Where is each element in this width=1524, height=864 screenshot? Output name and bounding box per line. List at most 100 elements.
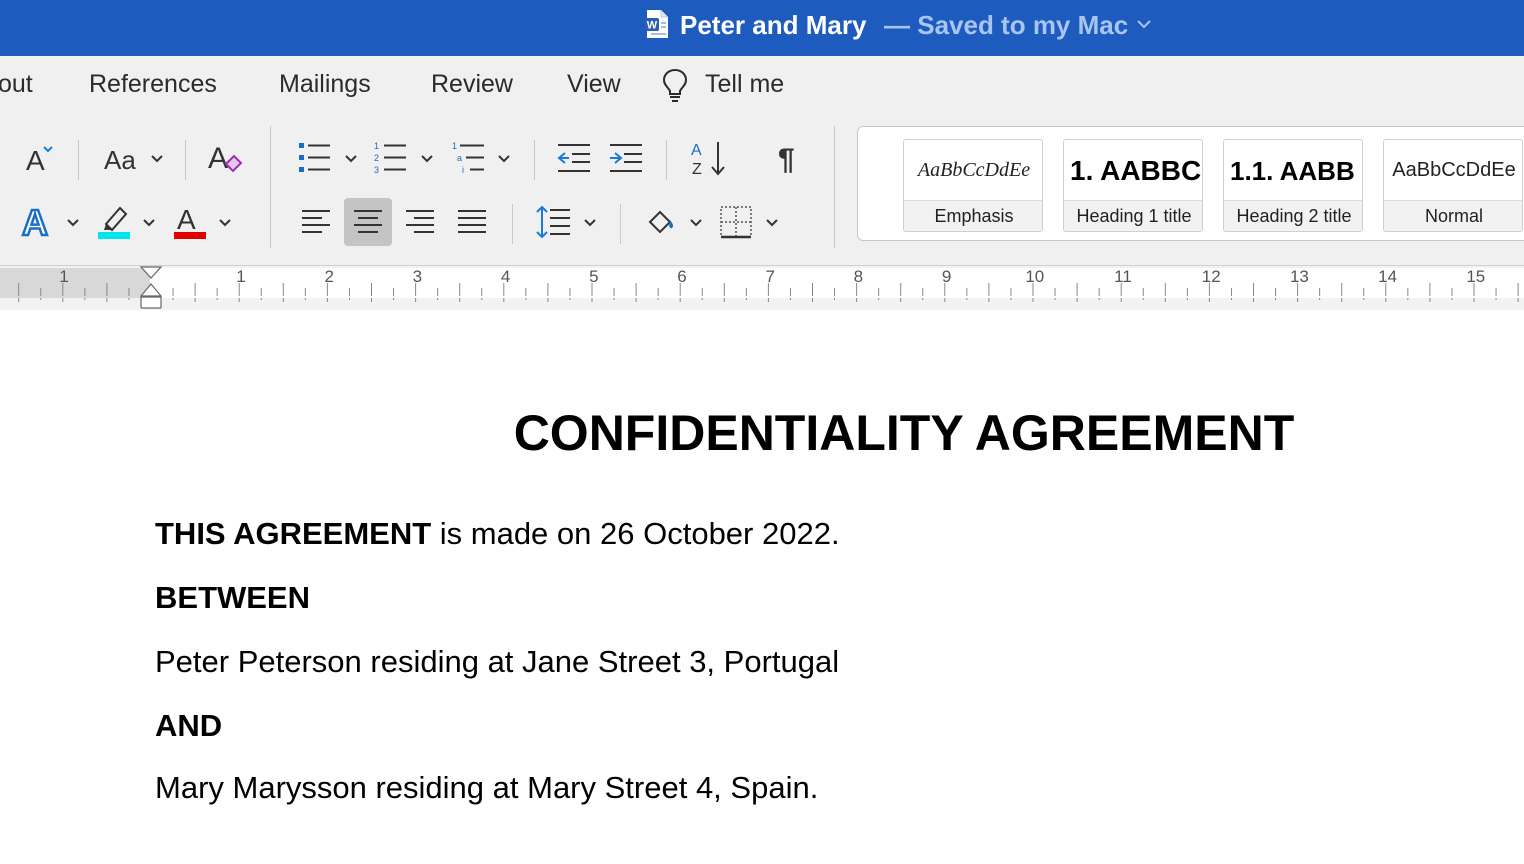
- pilcrow-icon[interactable]: ¶: [776, 142, 804, 174]
- chevron-down-icon[interactable]: [1136, 18, 1152, 30]
- ruler-label: 15: [1466, 267, 1485, 286]
- chevron-down-icon[interactable]: [66, 218, 80, 228]
- chevron-down-icon[interactable]: [420, 154, 434, 164]
- separator: [620, 204, 621, 244]
- style-heading-2[interactable]: 1.1. AABB Heading 2 title: [1223, 139, 1363, 232]
- ruler[interactable]: 1 1 2 3 4 5 6 7 8 9 10 11 12 13 14 15: [0, 265, 1524, 310]
- chevron-down-icon[interactable]: [142, 218, 156, 228]
- decrease-indent-icon[interactable]: [556, 142, 592, 174]
- line-spacing-icon[interactable]: [536, 204, 572, 240]
- svg-text:a: a: [457, 153, 462, 163]
- align-right-icon[interactable]: [404, 208, 436, 236]
- separator: [78, 140, 79, 180]
- style-label: Normal: [1384, 200, 1522, 231]
- separator: [185, 140, 186, 180]
- shrink-font-icon[interactable]: A: [22, 142, 62, 178]
- chevron-down-icon[interactable]: [765, 218, 779, 228]
- style-preview: 1. AABBCC: [1070, 155, 1202, 186]
- chevron-down-icon[interactable]: [583, 218, 597, 228]
- borders-icon[interactable]: [718, 204, 754, 240]
- paragraph-intro-bold: THIS AGREEMENT: [155, 516, 432, 551]
- bullet-list-icon[interactable]: [296, 140, 332, 176]
- tab-layout[interactable]: out: [0, 70, 33, 99]
- svg-text:1: 1: [452, 141, 457, 151]
- justify-icon[interactable]: [456, 208, 488, 236]
- svg-text:W: W: [647, 20, 658, 32]
- ruler-label: 14: [1378, 267, 1397, 286]
- svg-text:A: A: [208, 142, 228, 175]
- ruler-label: 3: [413, 267, 422, 286]
- increase-indent-icon[interactable]: [608, 142, 644, 174]
- chevron-down-icon[interactable]: [218, 218, 232, 228]
- ruler-label: 11: [1114, 267, 1132, 286]
- svg-text:2: 2: [374, 153, 379, 163]
- document-heading: CONFIDENTIALITY AGREEMENT: [513, 405, 1295, 461]
- font-color-icon[interactable]: A: [172, 202, 208, 242]
- style-preview: 1.1. AABB: [1230, 156, 1355, 186]
- paragraph-between: BETWEEN: [155, 580, 310, 615]
- ruler-scale: 1 1 2 3 4 5 6 7 8 9 10 11 12 13 14 15: [0, 266, 1524, 309]
- tab-tell-me[interactable]: Tell me: [705, 70, 784, 99]
- paragraph-party-1: Peter Peterson residing at Jane Street 3…: [155, 644, 840, 679]
- ruler-label: 9: [942, 267, 951, 286]
- ruler-label: 2: [324, 267, 333, 286]
- align-left-icon[interactable]: [300, 208, 332, 236]
- ribbon-toolbar: A Aa A 1 2 3 1 a i A Z ¶ A A AaBbCcDdEe …: [0, 114, 1524, 265]
- svg-text:Aa: Aa: [104, 145, 136, 175]
- style-label: Heading 1 title: [1064, 200, 1202, 231]
- separator: [534, 140, 535, 180]
- sort-icon[interactable]: A Z: [689, 138, 729, 178]
- tab-references[interactable]: References: [89, 70, 217, 99]
- style-label: Emphasis: [904, 200, 1042, 231]
- clear-formatting-icon[interactable]: A: [206, 138, 246, 178]
- paragraph-intro-text: is made on 26 October 2022.: [431, 516, 840, 551]
- tab-mailings[interactable]: Mailings: [279, 70, 371, 99]
- paragraph-and: AND: [155, 708, 223, 743]
- save-status[interactable]: — Saved to my Mac: [884, 10, 1128, 41]
- separator: [512, 204, 513, 244]
- title-bar: W Peter and Mary — Saved to my Mac: [0, 0, 1524, 56]
- svg-text:¶: ¶: [778, 143, 795, 174]
- style-preview: AaBbCcDdEe: [917, 159, 1031, 181]
- chevron-down-icon[interactable]: [497, 154, 511, 164]
- style-emphasis[interactable]: AaBbCcDdEe Emphasis: [903, 139, 1043, 232]
- chevron-down-icon[interactable]: [150, 154, 164, 164]
- lightbulb-icon[interactable]: [662, 68, 688, 104]
- style-normal[interactable]: AaBbCcDdEe Normal: [1383, 139, 1523, 232]
- ruler-label: 5: [589, 267, 598, 286]
- ruler-label: 4: [501, 267, 510, 286]
- ruler-label: 8: [854, 267, 863, 286]
- svg-text:3: 3: [374, 165, 379, 175]
- align-center-icon[interactable]: [352, 208, 384, 236]
- style-preview: AaBbCcDdEe: [1392, 159, 1516, 181]
- ribbon-tabs: out References Mailings Review View Tell…: [0, 56, 1524, 114]
- shading-icon[interactable]: [644, 204, 680, 240]
- multilevel-list-icon[interactable]: 1 a i: [450, 140, 486, 176]
- separator: [270, 126, 271, 248]
- text-effects-icon[interactable]: A: [20, 202, 60, 242]
- numbered-list-icon[interactable]: 1 2 3: [372, 140, 408, 176]
- paragraph-intro: THIS AGREEMENT is made on 26 October 202…: [155, 516, 840, 552]
- separator: [666, 140, 667, 180]
- style-heading-1[interactable]: 1. AABBCC Heading 1 title: [1063, 139, 1203, 232]
- tab-view[interactable]: View: [567, 70, 621, 99]
- chevron-down-icon[interactable]: [344, 154, 358, 164]
- ruler-label: 1: [59, 267, 68, 286]
- highlight-icon[interactable]: [96, 202, 132, 242]
- style-label: Heading 2 title: [1224, 200, 1362, 231]
- svg-text:1: 1: [374, 141, 379, 151]
- ruler-label: 10: [1025, 267, 1044, 286]
- svg-text:A: A: [177, 204, 196, 235]
- left-indent-marker: [140, 296, 162, 309]
- ruler-label: 7: [765, 267, 774, 286]
- document-page[interactable]: CONFIDENTIALITY AGREEMENT THIS AGREEMENT…: [0, 310, 1524, 864]
- svg-text:A: A: [22, 202, 48, 242]
- svg-text:A: A: [691, 142, 702, 159]
- chevron-down-icon[interactable]: [689, 218, 703, 228]
- change-case-icon[interactable]: Aa: [103, 144, 151, 176]
- svg-text:Z: Z: [692, 161, 702, 178]
- paragraph-party-2: Mary Marysson residing at Mary Street 4,…: [155, 770, 819, 805]
- tab-review[interactable]: Review: [431, 70, 513, 99]
- ruler-label: 1: [236, 267, 245, 286]
- ruler-label: 6: [677, 267, 686, 286]
